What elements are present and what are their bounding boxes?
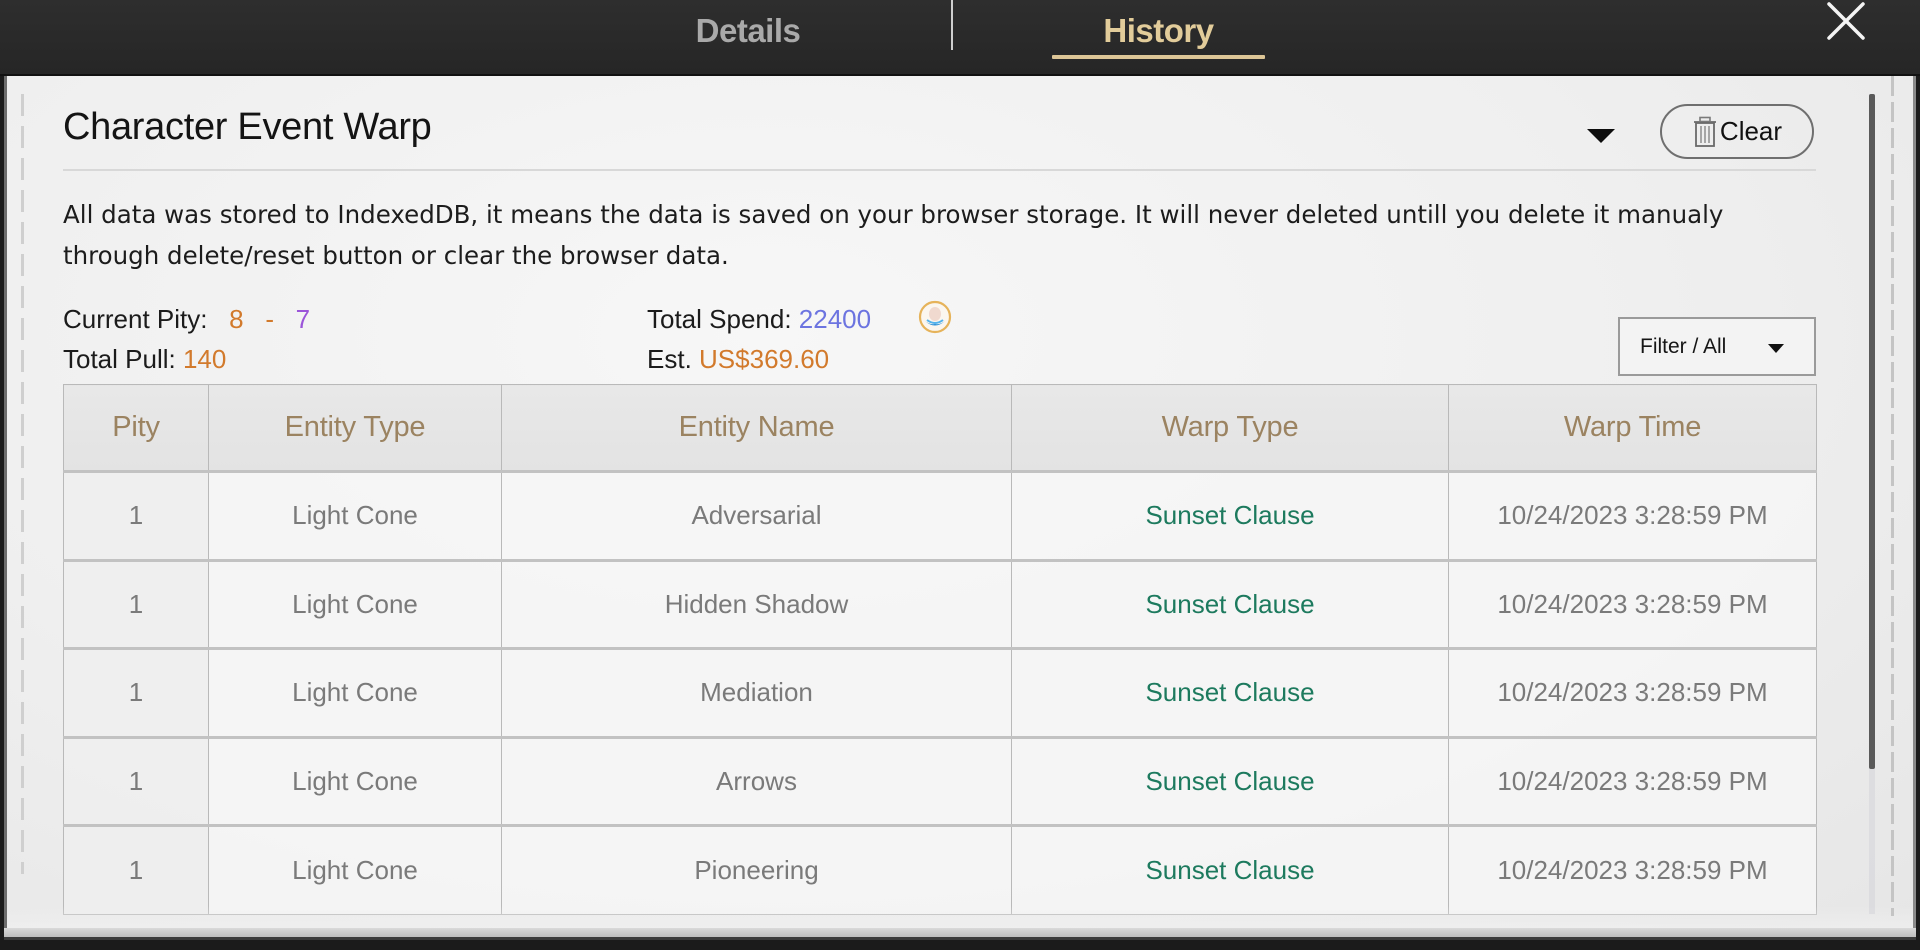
cell-warp-time: 10/24/2023 3:28:59 PM [1448,647,1817,738]
cell-entity-name: Mediation [501,647,1012,738]
storage-notice: All data was stored to IndexedDB, it mea… [63,200,1724,270]
top-tab-bar: Details History [0,0,1920,76]
cell-pity: 1 [63,558,209,649]
scrollbar-thumb[interactable] [1869,94,1875,769]
column-header-warp-time[interactable]: Warp Time [1448,384,1817,472]
column-header-entity-name[interactable]: Entity Name [501,384,1012,472]
cell-pity: 1 [63,470,209,561]
cell-entity-name: Arrows [501,735,1012,826]
title-divider [63,169,1816,171]
pity-4star-value: 7 [295,304,311,334]
pity-separator: - [265,304,274,334]
active-tab-indicator [1052,55,1265,59]
cell-entity-type: Light Cone [208,470,502,561]
cell-pity: 1 [63,647,209,738]
total-spend-value: 22400 [798,304,872,334]
close-button[interactable] [1822,0,1870,44]
current-pity-label: Current Pity: [63,304,208,334]
trash-icon [1693,116,1716,147]
cell-warp-type: Sunset Clause [1011,647,1449,738]
estimate-stat: Est. US$369.60 [647,344,829,375]
column-header-pity[interactable]: Pity [63,384,209,472]
cell-entity-type: Light Cone [208,735,502,826]
column-header-warp-type[interactable]: Warp Type [1011,384,1449,472]
total-spend-label: Total Spend: [647,304,792,334]
cell-entity-name: Pioneering [501,824,1012,915]
total-pull-value: 140 [182,344,227,374]
cell-entity-type: Light Cone [208,824,502,915]
panel-decoration [21,94,24,874]
tab-details[interactable]: Details [660,0,836,62]
total-spend-stat: Total Spend: 22400 [647,304,871,335]
panel-decoration [1891,76,1894,916]
column-header-entity-type[interactable]: Entity Type [208,384,502,472]
filter-dropdown[interactable]: Filter / All [1618,317,1816,376]
history-panel: Character Event Warp Clear All data was … [4,76,1916,940]
table-row: 1 Light Cone Pioneering Sunset Clause 10… [63,824,1817,915]
cell-warp-time: 10/24/2023 3:28:59 PM [1448,558,1817,649]
estimate-label: Est. [647,344,692,374]
cell-pity: 1 [63,735,209,826]
current-pity-stat: Current Pity: 8 - 7 [63,304,310,335]
table-row: 1 Light Cone Hidden Shadow Sunset Clause… [63,558,1817,649]
table-row: 1 Light Cone Mediation Sunset Clause 10/… [63,647,1817,738]
banner-dropdown-toggle[interactable] [1585,125,1615,147]
clear-button[interactable]: Clear [1660,104,1814,159]
pity-5star-value: 8 [229,304,244,334]
cell-warp-time: 10/24/2023 3:28:59 PM [1448,735,1817,826]
cell-entity-name: Hidden Shadow [501,558,1012,649]
table-row: 1 Light Cone Arrows Sunset Clause 10/24/… [63,735,1817,826]
caret-down-icon [1768,344,1784,353]
close-icon [1827,2,1865,40]
warp-history-table: Pity Entity Type Entity Name Warp Type W… [63,384,1817,915]
clear-button-label: Clear [1719,116,1783,146]
table-row: 1 Light Cone Adversarial Sunset Clause 1… [63,470,1817,561]
table-header-row: Pity Entity Type Entity Name Warp Type W… [63,384,1817,472]
total-pull-stat: Total Pull: 140 [63,344,226,375]
cell-pity: 1 [63,824,209,915]
cell-warp-time: 10/24/2023 3:28:59 PM [1448,824,1817,915]
cell-warp-type: Sunset Clause [1011,735,1449,826]
banner-title: Character Event Warp [63,106,432,148]
tab-history[interactable]: History [1052,0,1265,62]
cell-entity-type: Light Cone [208,558,502,649]
estimate-value: US$369.60 [699,344,830,374]
tab-divider [951,0,953,50]
cell-warp-type: Sunset Clause [1011,824,1449,915]
cell-warp-time: 10/24/2023 3:28:59 PM [1448,470,1817,561]
cell-warp-type: Sunset Clause [1011,558,1449,649]
cell-warp-type: Sunset Clause [1011,470,1449,561]
filter-dropdown-label: Filter / All [1640,334,1727,358]
panel-bottom-edge [4,928,1916,940]
stellar-jade-icon [918,300,952,334]
cell-entity-type: Light Cone [208,647,502,738]
total-pull-label: Total Pull: [63,344,176,374]
cell-entity-name: Adversarial [501,470,1012,561]
